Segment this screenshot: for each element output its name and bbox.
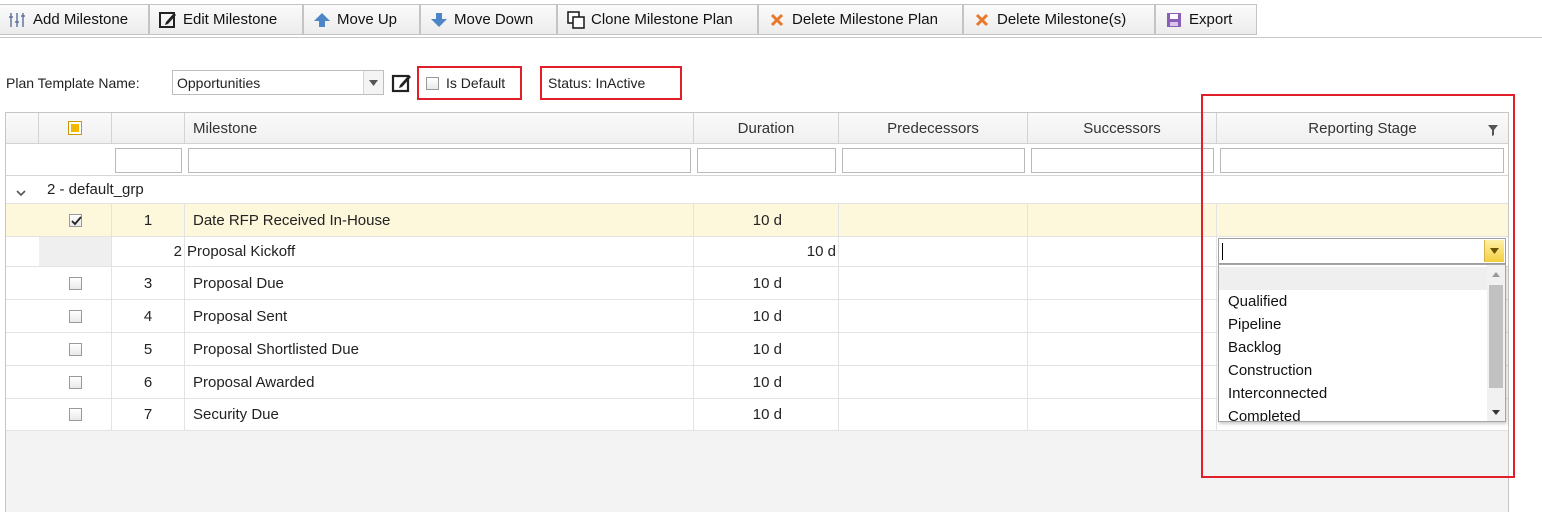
row-predecessors[interactable] [839, 204, 1028, 236]
row-duration[interactable]: 10 d [694, 366, 839, 398]
collapse-chevron-icon[interactable] [16, 184, 26, 201]
select-all-checkbox[interactable] [68, 121, 82, 135]
row-checkbox-cell[interactable] [39, 366, 112, 398]
arrow-down-icon [429, 10, 449, 30]
header-select-all[interactable] [39, 113, 112, 144]
row-duration[interactable]: 10 d [694, 300, 839, 332]
header-successors[interactable]: Successors [1028, 113, 1217, 144]
row-successors[interactable] [1028, 300, 1217, 332]
row-checkbox-checked[interactable] [68, 213, 82, 227]
move-down-button[interactable]: Move Down [420, 4, 557, 35]
toolbar: Add Milestone Edit Milestone Move Up Mov… [0, 0, 1542, 38]
row-number: 3 [112, 267, 185, 299]
row-duration[interactable]: 10 d [694, 204, 839, 236]
row-milestone[interactable]: Proposal Due [185, 267, 694, 299]
row-number: 1 [112, 204, 185, 236]
add-milestone-icon [8, 10, 28, 30]
header-milestone[interactable]: Milestone [185, 113, 694, 144]
row-milestone[interactable]: Date RFP Received In-House [185, 204, 694, 236]
row-milestone[interactable]: Proposal Shortlisted Due [185, 333, 694, 365]
row-checkbox[interactable] [68, 276, 82, 290]
plan-template-value: Opportunities [177, 75, 261, 91]
row-checkbox[interactable] [68, 375, 82, 389]
row-successors[interactable] [1028, 399, 1217, 430]
header-number [112, 113, 185, 144]
row-checkbox-cell[interactable] [39, 267, 112, 299]
delete-milestones-label: Delete Milestone(s) [997, 11, 1127, 28]
is-default-label: Is Default [446, 75, 506, 91]
row-checkbox-cell[interactable] [39, 300, 112, 332]
row-successors[interactable] [1028, 366, 1217, 398]
header-predecessors[interactable]: Predecessors [839, 113, 1028, 144]
add-milestone-button[interactable]: Add Milestone [0, 4, 149, 35]
group-label: 2 - default_grp [47, 181, 144, 198]
filter-duration-input[interactable] [697, 148, 836, 173]
row-checkbox-cell[interactable] [39, 204, 112, 236]
row-checkbox[interactable] [68, 342, 82, 356]
header-duration[interactable]: Duration [694, 113, 839, 144]
export-button[interactable]: Export [1155, 4, 1257, 35]
arrow-up-icon [312, 10, 332, 30]
plan-template-select[interactable]: Opportunities [172, 70, 384, 95]
is-default-checkbox[interactable]: Is Default [426, 75, 505, 91]
filter-number-input[interactable] [115, 148, 182, 173]
move-down-label: Move Down [454, 11, 534, 28]
header-expand-col [6, 113, 39, 144]
row-duration[interactable]: 10 d [694, 333, 839, 365]
row-successors[interactable] [1028, 237, 1217, 266]
status-text: Status: InActive [548, 75, 646, 91]
row-milestone[interactable]: Proposal Awarded [185, 366, 694, 398]
row-successors[interactable] [1028, 204, 1217, 236]
edit-icon [158, 10, 178, 30]
row-milestone[interactable]: Proposal Sent [185, 300, 694, 332]
row-checkbox-cell [39, 237, 112, 266]
delete-x-icon [767, 10, 787, 30]
is-default-checkbox-box[interactable] [426, 76, 439, 90]
row-number: 2 [112, 237, 185, 266]
row-number: 4 [112, 300, 185, 332]
delete-milestone-plan-label: Delete Milestone Plan [792, 11, 938, 28]
row-predecessors[interactable] [839, 237, 1028, 266]
row-duration[interactable]: 10 d [694, 237, 839, 266]
clone-icon [566, 10, 586, 30]
row-predecessors[interactable] [839, 366, 1028, 398]
export-label: Export [1189, 11, 1233, 28]
row-predecessors[interactable] [839, 399, 1028, 430]
row-successors[interactable] [1028, 333, 1217, 365]
plan-template-label: Plan Template Name: [6, 75, 140, 91]
edit-milestone-label: Edit Milestone [183, 11, 278, 28]
row-predecessors[interactable] [839, 300, 1028, 332]
move-up-button[interactable]: Move Up [303, 4, 420, 35]
row-duration[interactable]: 10 d [694, 267, 839, 299]
row-successors[interactable] [1028, 267, 1217, 299]
add-milestone-label: Add Milestone [33, 11, 129, 28]
row-checkbox-cell[interactable] [39, 399, 112, 430]
delete-milestone-plan-button[interactable]: Delete Milestone Plan [758, 4, 963, 35]
delete-milestones-button[interactable]: Delete Milestone(s) [963, 4, 1155, 35]
row-milestone[interactable]: Proposal Kickoff [185, 237, 694, 266]
filter-successors-input[interactable] [1031, 148, 1214, 173]
row-number: 7 [112, 399, 185, 430]
row-predecessors[interactable] [839, 333, 1028, 365]
export-icon [1164, 10, 1184, 30]
delete-x-icon [972, 10, 992, 30]
filter-milestone-input[interactable] [188, 148, 691, 173]
row-milestone[interactable]: Security Due [185, 399, 694, 430]
row-checkbox-cell[interactable] [39, 333, 112, 365]
row-number: 6 [112, 366, 185, 398]
row-checkbox[interactable] [68, 309, 82, 323]
clone-milestone-plan-button[interactable]: Clone Milestone Plan [557, 4, 758, 35]
row-duration[interactable]: 10 d [694, 399, 839, 430]
edit-plan-icon[interactable] [391, 72, 413, 94]
chevron-down-icon[interactable] [363, 71, 383, 94]
move-up-label: Move Up [337, 11, 398, 28]
reporting-stage-highlight [1201, 94, 1515, 478]
row-number: 5 [112, 333, 185, 365]
clone-milestone-plan-label: Clone Milestone Plan [591, 11, 733, 28]
row-predecessors[interactable] [839, 267, 1028, 299]
edit-milestone-button[interactable]: Edit Milestone [149, 4, 303, 35]
row-checkbox[interactable] [68, 408, 82, 421]
filter-predecessors-input[interactable] [842, 148, 1025, 173]
